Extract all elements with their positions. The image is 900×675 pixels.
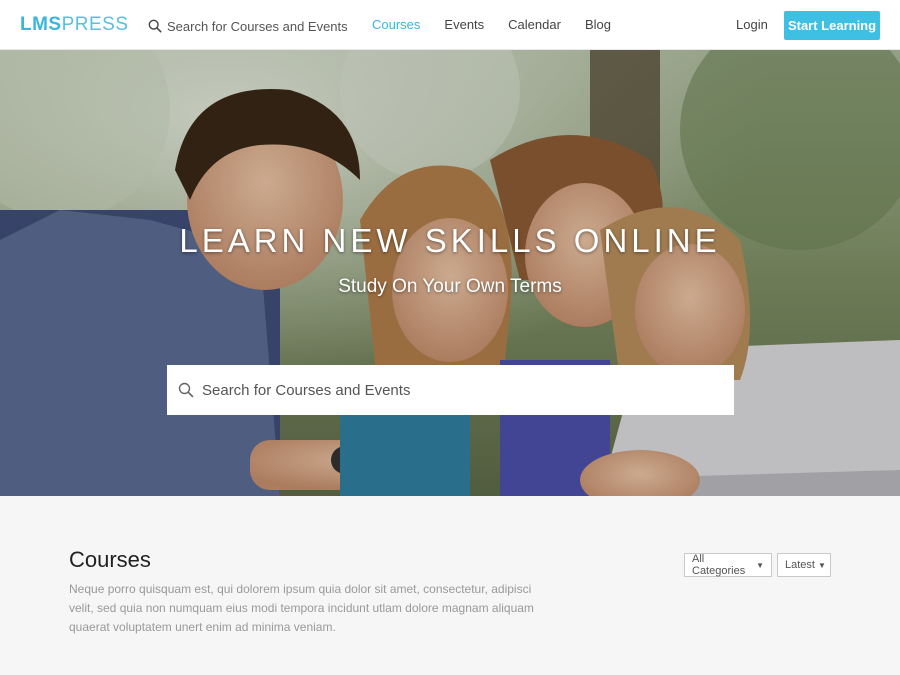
nav-item-calendar[interactable]: Calendar — [508, 17, 561, 32]
nav-item-events[interactable]: Events — [444, 17, 484, 32]
logo-part-lms: LMS — [20, 14, 62, 35]
search-icon — [148, 19, 162, 33]
caret-down-icon: ▼ — [817, 560, 826, 570]
site-logo[interactable]: LMSPRESS — [20, 14, 129, 36]
sort-label: Latest — [785, 559, 815, 571]
site-header: LMSPRESS Search for Courses and Events C… — [0, 0, 900, 50]
courses-heading: Courses — [69, 547, 151, 572]
main-nav: Courses Events Calendar Blog — [372, 17, 635, 32]
header-search[interactable]: Search for Courses and Events — [148, 17, 348, 35]
nav-item-courses[interactable]: Courses — [372, 17, 420, 32]
courses-description: Neque porro quisquam est, qui dolorem ip… — [69, 582, 534, 634]
hero-section: LEARN NEW SKILLS ONLINE Study On Your Ow… — [0, 50, 900, 496]
hero-search-placeholder: Search for Courses and Events — [202, 381, 411, 399]
nav-item-blog[interactable]: Blog — [585, 17, 611, 32]
caret-down-icon: ▼ — [756, 560, 764, 570]
category-filter-dropdown[interactable]: All Categories ▼ — [684, 553, 772, 577]
hero-title: LEARN NEW SKILLS ONLINE — [179, 222, 721, 259]
login-link[interactable]: Login — [736, 17, 768, 32]
search-icon — [178, 382, 194, 398]
category-filter-label: All Categories — [692, 553, 746, 577]
start-learning-button[interactable]: Start Learning — [784, 11, 880, 40]
header-search-placeholder: Search for Courses and Events — [167, 18, 348, 34]
sort-dropdown[interactable]: Latest ▼ — [777, 553, 831, 577]
logo-part-press: PRESS — [61, 14, 129, 35]
hero-background-image — [0, 50, 900, 496]
hero-search-input[interactable]: Search for Courses and Events — [167, 365, 734, 415]
hero-subtitle: Study On Your Own Terms — [338, 276, 562, 297]
